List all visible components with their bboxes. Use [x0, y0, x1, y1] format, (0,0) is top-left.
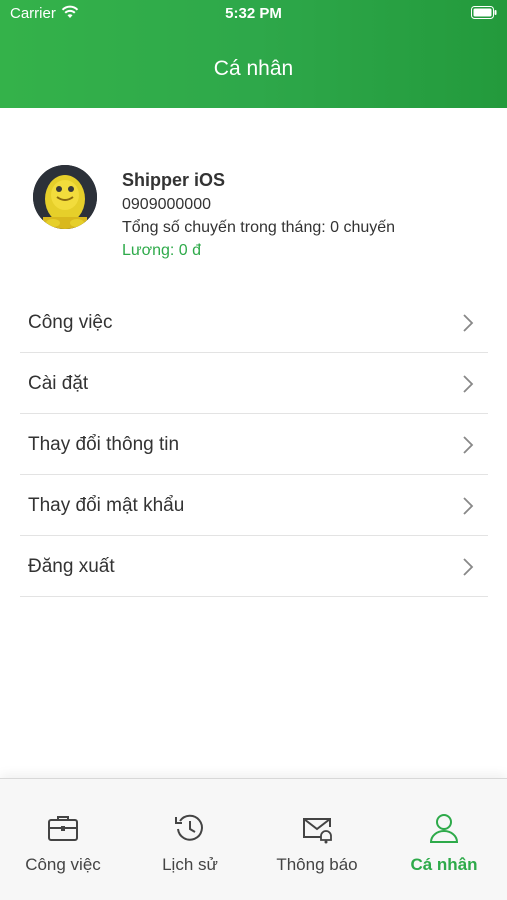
- tab-notifications[interactable]: Thông báo: [254, 779, 380, 879]
- menu-item-jobs[interactable]: Công việc: [20, 292, 488, 353]
- menu-item-label: Thay đổi mật khẩu: [28, 495, 185, 516]
- status-bar: Carrier 5:32 PM: [0, 0, 507, 28]
- mail-bell-icon: [303, 818, 332, 844]
- tab-label: Thông báo: [276, 855, 358, 874]
- person-icon: [429, 814, 459, 843]
- tab-bar: Công việc Lịch sử Thông báo Cá nhân: [0, 778, 507, 900]
- header-bar: Carrier 5:32 PM Cá nhân: [0, 0, 507, 108]
- menu-item-label: Công việc: [28, 312, 113, 333]
- profile-trip-count: Tổng số chuyến trong tháng: 0 chuyến: [122, 219, 396, 236]
- menu-item-change-password[interactable]: Thay đổi mật khẩu: [20, 475, 488, 536]
- tab-label: Công việc: [25, 855, 101, 874]
- menu-item-logout[interactable]: Đăng xuất: [20, 536, 488, 597]
- tab-jobs[interactable]: Công việc: [0, 779, 126, 879]
- profile-menu: Công việc Cài đặt Thay đổi thông tin Tha…: [20, 292, 488, 597]
- chevron-right-icon: [463, 436, 474, 454]
- battery-icon: [471, 6, 497, 19]
- avatar-image: [33, 165, 97, 229]
- profile-phone: 0909000000: [122, 196, 211, 213]
- menu-item-label: Thay đổi thông tin: [28, 434, 180, 455]
- profile-name: Shipper iOS: [122, 170, 226, 190]
- menu-item-label: Cài đặt: [28, 373, 89, 394]
- tab-label: Lịch sử: [162, 855, 218, 874]
- tab-history[interactable]: Lịch sử: [127, 779, 253, 879]
- chevron-right-icon: [463, 314, 474, 332]
- briefcase-icon: [48, 816, 78, 841]
- profile-card: Shipper iOS 0909000000 Tổng số chuyến tr…: [33, 165, 483, 265]
- chevron-right-icon: [463, 558, 474, 576]
- menu-item-edit-info[interactable]: Thay đổi thông tin: [20, 414, 488, 475]
- avatar[interactable]: [33, 165, 97, 229]
- tab-profile[interactable]: Cá nhân: [381, 779, 507, 879]
- chevron-right-icon: [463, 497, 474, 515]
- profile-info: Shipper iOS 0909000000 Tổng số chuyến tr…: [122, 170, 395, 264]
- menu-item-settings[interactable]: Cài đặt: [20, 353, 488, 414]
- history-icon: [175, 814, 203, 841]
- menu-item-label: Đăng xuất: [28, 556, 115, 577]
- page-title: Cá nhân: [213, 57, 294, 80]
- chevron-right-icon: [463, 375, 474, 393]
- tab-label: Cá nhân: [410, 855, 478, 874]
- profile-salary: Lương: 0 đ: [122, 242, 202, 259]
- clock: 5:32 PM: [225, 5, 282, 22]
